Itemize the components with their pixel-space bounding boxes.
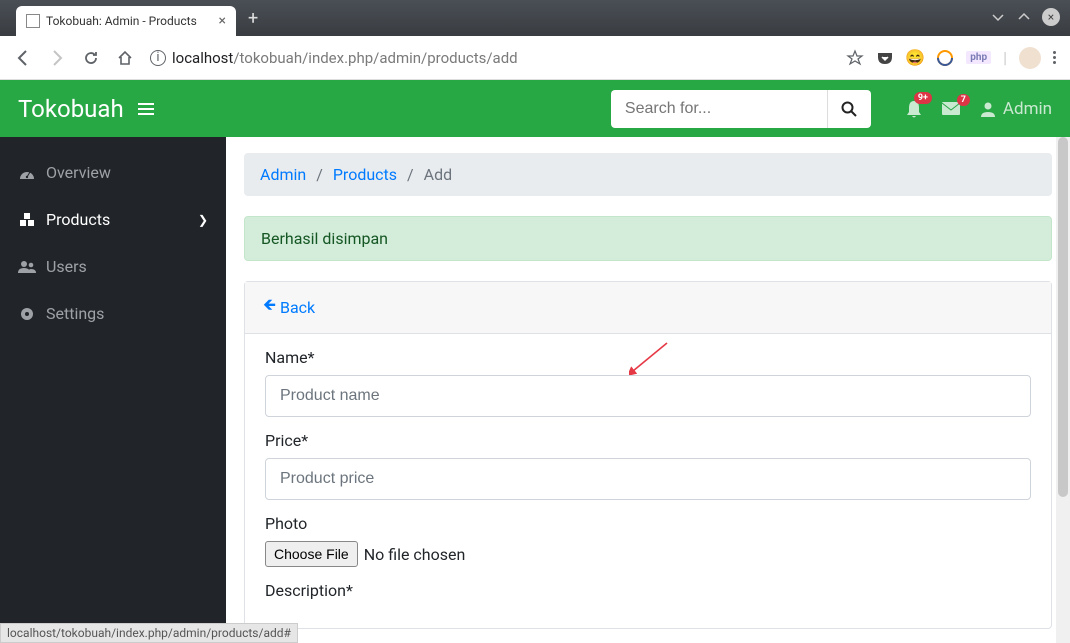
notifications-icon[interactable]: 9+ <box>905 99 923 119</box>
browser-titlebar: Tokobuah: Admin - Products × + × <box>0 0 1070 36</box>
gear-icon <box>18 306 36 322</box>
file-status: No file chosen <box>364 545 466 564</box>
description-label: Description* <box>265 581 1031 600</box>
price-input[interactable] <box>265 458 1031 500</box>
sidebar-item-products[interactable]: Products ❯ <box>0 196 226 243</box>
window-minimize-icon[interactable] <box>990 9 1006 25</box>
sidebar-item-users[interactable]: Users <box>0 243 226 290</box>
breadcrumb: Admin / Products / Add <box>244 153 1052 196</box>
tab-title: Tokobuah: Admin - Products <box>46 14 213 28</box>
name-label: Name* <box>265 348 1031 367</box>
scrollbar[interactable] <box>1056 137 1070 643</box>
window-close-icon[interactable]: × <box>1042 8 1060 26</box>
sidebar: Overview Products ❯ Users Settings <box>0 137 226 643</box>
users-icon <box>18 260 36 274</box>
photo-label: Photo <box>265 514 1031 533</box>
window-maximize-icon[interactable] <box>1016 9 1032 25</box>
star-icon[interactable] <box>846 49 864 67</box>
search-input[interactable] <box>611 90 827 128</box>
cubes-icon <box>18 213 36 227</box>
sidebar-item-label: Users <box>46 257 87 276</box>
breadcrumb-current: Add <box>424 165 452 184</box>
php-badge[interactable]: php <box>966 51 991 64</box>
price-label: Price* <box>265 431 1031 450</box>
close-tab-icon[interactable]: × <box>219 13 226 29</box>
scrollbar-thumb[interactable] <box>1058 137 1068 497</box>
sidebar-item-settings[interactable]: Settings <box>0 290 226 337</box>
sidebar-item-label: Products <box>46 210 110 229</box>
sidebar-item-overview[interactable]: Overview <box>0 149 226 196</box>
profile-avatar[interactable] <box>1019 47 1041 69</box>
back-link[interactable]: 🡸 Back <box>263 294 315 321</box>
form-card: 🡸 Back Name* Price* <box>244 281 1052 629</box>
arrow-left-icon: 🡸 <box>263 294 276 321</box>
sidebar-item-label: Settings <box>46 304 104 323</box>
emoji-icon[interactable]: 😄 <box>906 49 924 67</box>
search-button[interactable] <box>827 90 871 128</box>
url-host: localhost <box>172 49 233 67</box>
back-label: Back <box>280 298 315 317</box>
main-content: Admin / Products / Add Berhasil disimpan… <box>226 137 1070 643</box>
admin-menu[interactable]: Admin <box>979 99 1052 119</box>
messages-icon[interactable]: 7 <box>941 101 961 116</box>
chevron-right-icon: ❯ <box>198 213 208 227</box>
choose-file-button[interactable]: Choose File <box>265 541 358 567</box>
menu-toggle-icon[interactable] <box>138 103 154 115</box>
notifications-badge: 9+ <box>914 92 932 104</box>
new-tab-button[interactable]: + <box>236 8 270 29</box>
app-topbar: Tokobuah 9+ 7 Admin <box>0 80 1070 137</box>
sidebar-item-label: Overview <box>46 163 111 182</box>
home-icon[interactable] <box>116 49 134 67</box>
forward-icon[interactable] <box>48 49 66 67</box>
breadcrumb-sep: / <box>407 165 414 184</box>
back-icon[interactable] <box>14 49 32 67</box>
brand-title[interactable]: Tokobuah <box>18 95 124 123</box>
breadcrumb-admin[interactable]: Admin <box>260 165 306 184</box>
name-input[interactable] <box>265 375 1031 417</box>
breadcrumb-sep: / <box>316 165 323 184</box>
pocket-icon[interactable] <box>876 49 894 67</box>
dashboard-icon <box>18 166 36 180</box>
url-path: /tokobuah/index.php/admin/products/add <box>233 49 517 67</box>
alert-message: Berhasil disimpan <box>261 229 388 248</box>
success-alert: Berhasil disimpan <box>244 216 1052 261</box>
info-icon[interactable]: i <box>150 50 166 66</box>
browser-status-bar: localhost/tokobuah/index.php/admin/produ… <box>0 623 298 643</box>
messages-badge: 7 <box>957 94 970 106</box>
admin-label: Admin <box>1003 99 1052 119</box>
breadcrumb-products[interactable]: Products <box>333 165 397 184</box>
page-icon <box>26 14 40 28</box>
url-display[interactable]: i localhost/tokobuah/index.php/admin/pro… <box>150 49 830 67</box>
reload-icon[interactable] <box>82 49 100 67</box>
extension-s-icon[interactable] <box>936 49 954 67</box>
browser-tab[interactable]: Tokobuah: Admin - Products × <box>16 6 236 36</box>
browser-address-bar: i localhost/tokobuah/index.php/admin/pro… <box>0 36 1070 80</box>
browser-menu-icon[interactable] <box>1053 51 1056 64</box>
